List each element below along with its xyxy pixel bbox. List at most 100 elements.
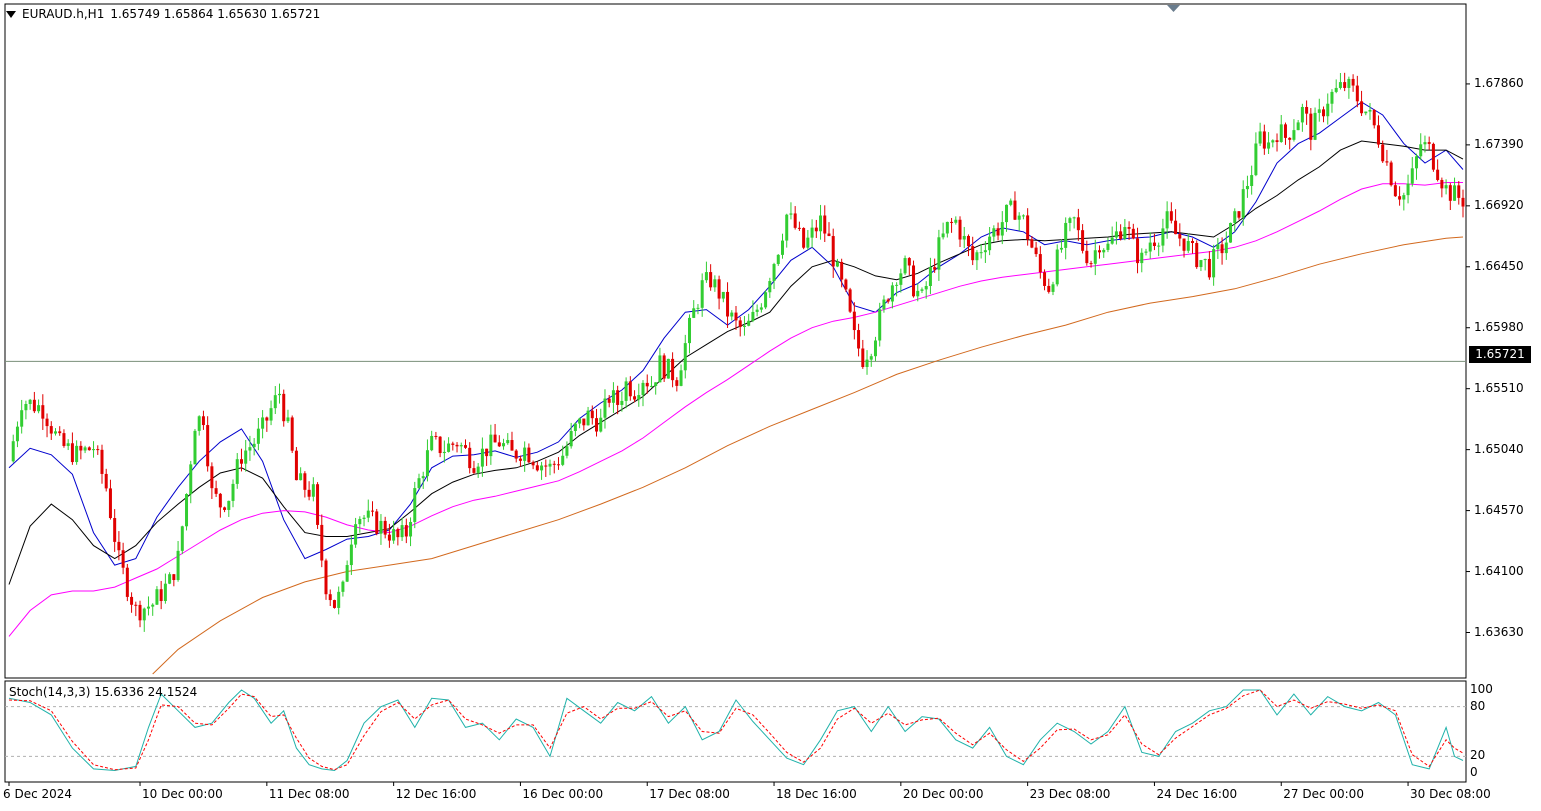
candle-body [1195, 242, 1199, 268]
candle-body [1262, 131, 1266, 149]
candle-body [992, 228, 996, 237]
candle-body [747, 320, 751, 326]
candle-body [168, 574, 172, 584]
candle-body [730, 312, 734, 317]
candle-body [1119, 231, 1123, 239]
candle-body [442, 451, 446, 454]
candle-body [1250, 175, 1254, 186]
candle-body [1300, 106, 1304, 123]
collapse-triangle-icon[interactable] [6, 10, 16, 18]
main-chart-frame [4, 3, 1467, 679]
candle-body [975, 252, 979, 261]
candle-body [324, 560, 328, 595]
candle-body [713, 279, 717, 288]
candle-body [1292, 130, 1296, 140]
candle-body [599, 417, 603, 432]
candle-body [1283, 124, 1287, 138]
candle-body [1229, 222, 1233, 243]
candle-body [1174, 220, 1178, 235]
candle-body [844, 279, 848, 290]
candle-body [366, 510, 370, 518]
candle-body [303, 473, 307, 490]
candle-body [252, 443, 256, 448]
candle-body [1385, 161, 1389, 163]
candle-body [840, 261, 844, 280]
candle-body [738, 320, 742, 327]
candle-body [100, 449, 104, 474]
candle-body [527, 447, 531, 463]
candle-body [1038, 254, 1042, 273]
candle-body [134, 604, 138, 606]
candle-body [244, 450, 248, 464]
candle-body [1136, 238, 1140, 264]
candle-body [193, 430, 197, 465]
candle-body [869, 356, 873, 360]
candle-body [197, 416, 201, 431]
price-tick-label: 1.63630 [1474, 624, 1524, 639]
candle-body [1178, 234, 1182, 239]
candle-body [404, 525, 408, 537]
candle-body [1372, 109, 1376, 126]
candle-body [1313, 112, 1317, 140]
candle-body [793, 213, 797, 228]
candle-body [1305, 106, 1309, 114]
chart-canvas[interactable] [0, 0, 1541, 811]
time-tick-label: 23 Dec 08:00 [1029, 787, 1111, 801]
candle-body [307, 489, 311, 497]
candle-body [455, 444, 459, 447]
candle-body [1393, 185, 1397, 197]
candle-body [223, 507, 227, 510]
candle-body [1410, 168, 1414, 184]
candle-body [645, 382, 649, 387]
candle-body [764, 292, 768, 308]
candle-body [1309, 113, 1313, 140]
candle-body [1106, 243, 1110, 250]
candle-body [514, 450, 518, 459]
candle-body [924, 286, 928, 290]
candle-body [358, 518, 362, 525]
candle-body [256, 428, 260, 444]
time-tick-label: 24 Dec 16:00 [1156, 787, 1238, 801]
shift-marker-icon[interactable] [1167, 5, 1180, 12]
candle-body [607, 398, 611, 403]
candle-body [1085, 250, 1089, 264]
candle-body [417, 478, 421, 489]
candle-body [1072, 217, 1076, 219]
time-tick-label: 27 Dec 00:00 [1283, 787, 1364, 801]
candle-body [971, 246, 975, 261]
candle-body [1360, 101, 1364, 114]
price-tick-label: 1.67860 [1474, 75, 1524, 90]
candle-body [320, 524, 324, 561]
candle-body [201, 416, 205, 426]
candle-body [425, 450, 429, 477]
candle-body [806, 237, 810, 248]
candle-body [1165, 211, 1169, 229]
candle-body [239, 459, 243, 464]
candle-body [535, 465, 539, 471]
stoch-main-line [8, 689, 1464, 772]
candle-body [556, 464, 560, 466]
candle-body [709, 272, 713, 288]
candle-body [958, 219, 962, 240]
price-tick-label: 1.66920 [1474, 197, 1524, 212]
candle-body [58, 431, 62, 434]
candle-body [172, 574, 176, 581]
candle-body [950, 221, 954, 223]
candle-body [586, 410, 590, 426]
candle-body [1254, 143, 1258, 176]
candle-body [1043, 272, 1047, 286]
candle-body [742, 325, 746, 327]
candle-body [1271, 140, 1275, 143]
candle-body [282, 393, 286, 422]
candle-body [717, 279, 721, 299]
candle-body [151, 604, 155, 607]
candle-body [1381, 144, 1385, 162]
candle-body [590, 410, 594, 419]
candle-body [32, 399, 36, 412]
candle-body [15, 426, 19, 442]
candle-body [371, 510, 374, 512]
candle-body [797, 227, 801, 229]
candle-body [1152, 242, 1156, 247]
candle-body [1419, 144, 1423, 157]
candle-body [852, 311, 856, 331]
